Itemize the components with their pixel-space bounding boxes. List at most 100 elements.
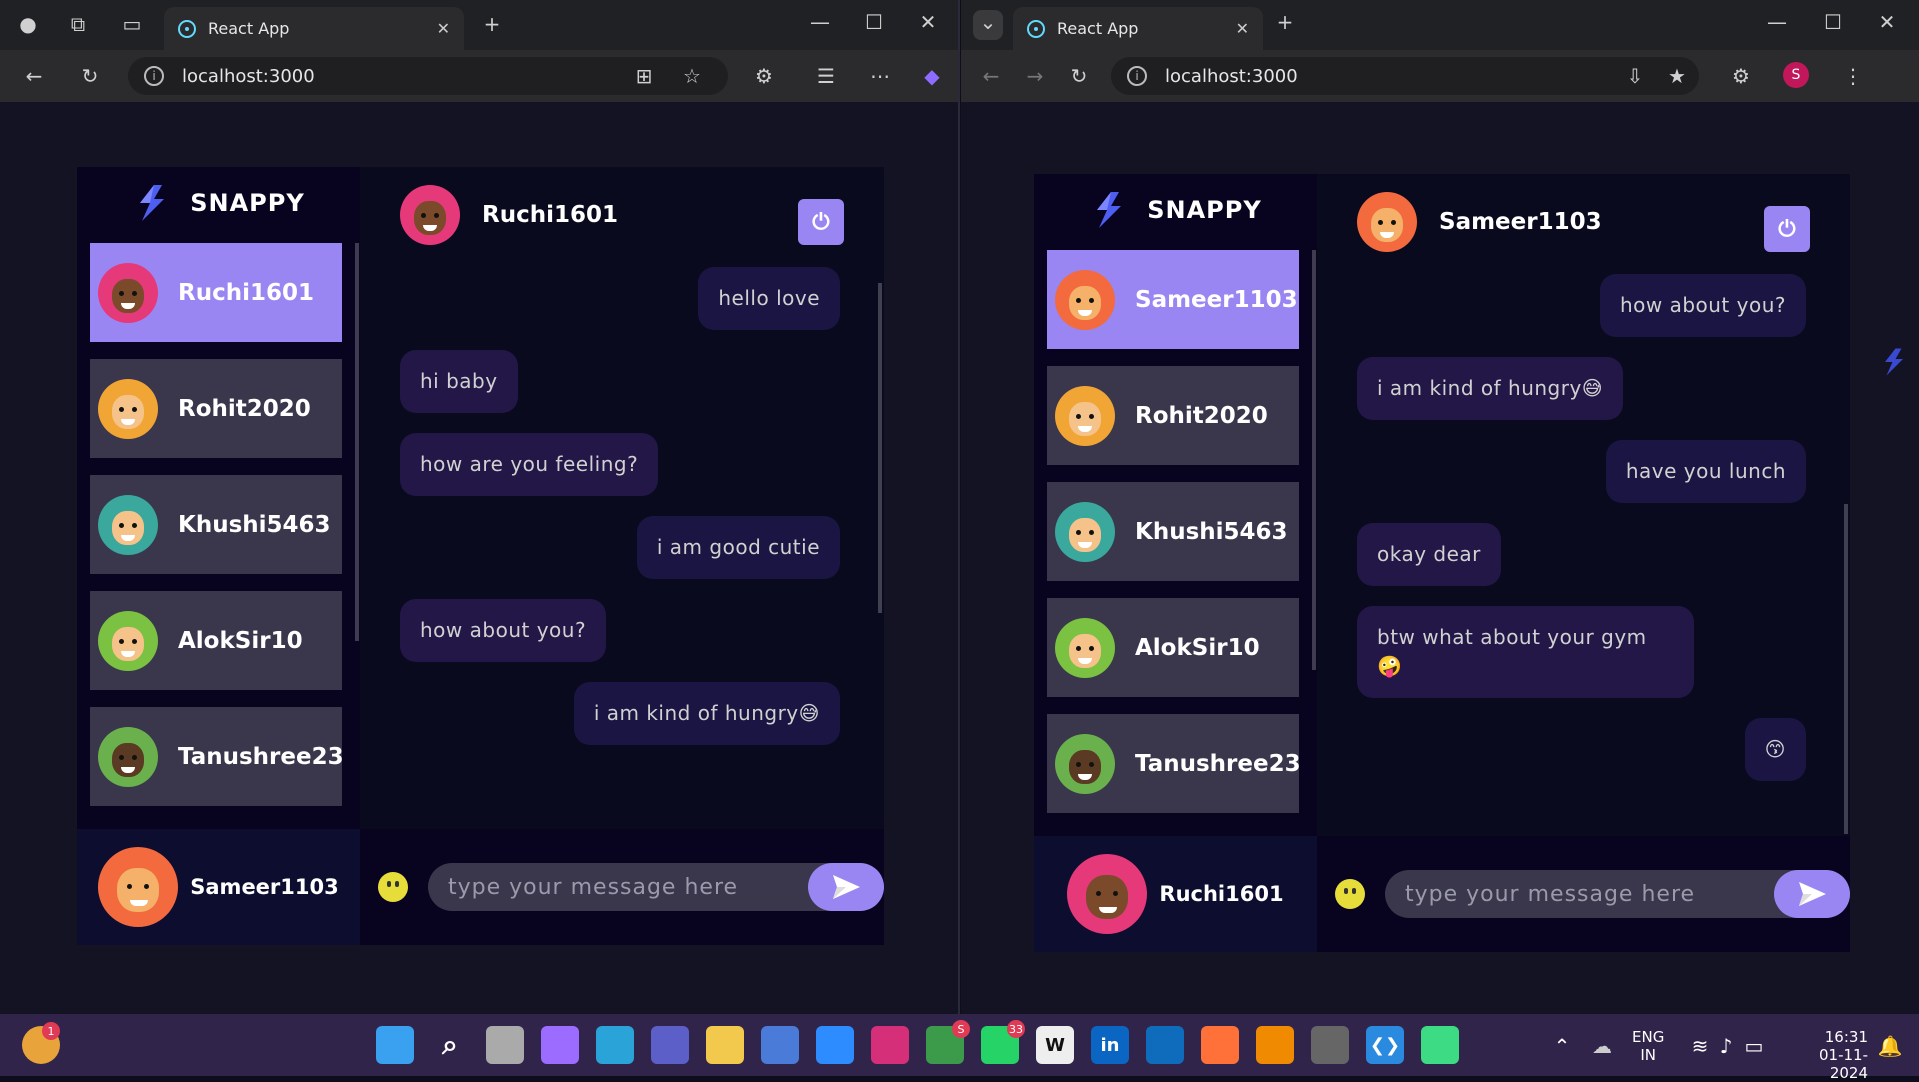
messages-scrollbar[interactable] <box>878 283 882 613</box>
message-bubble: how about you? <box>1599 274 1806 337</box>
install-app-icon[interactable]: ⇩ <box>1621 64 1649 88</box>
outlook-icon[interactable] <box>1146 1026 1184 1064</box>
file-explorer-icon[interactable] <box>706 1026 744 1064</box>
maximize-icon[interactable]: ☐ <box>1819 10 1847 34</box>
brand-name: SNAPPY <box>1147 196 1262 224</box>
notification-bell-icon[interactable]: 🔔 <box>1876 1034 1904 1058</box>
vscode-icon[interactable]: ❮❯ <box>1366 1026 1404 1064</box>
clock-date: 01-11-2024 <box>1819 1046 1868 1082</box>
app-available-icon[interactable]: ⊞ <box>630 64 658 88</box>
logout-button[interactable]: ⏻ <box>1764 206 1810 252</box>
forward-icon[interactable]: → <box>1021 64 1049 88</box>
chat-container: Sameer1103 ⏻ how about you? i am kind of … <box>1317 174 1850 952</box>
android-icon[interactable] <box>1421 1026 1459 1064</box>
contacts-scrollbar[interactable] <box>355 243 359 641</box>
contact-item[interactable]: Khushi5463 <box>90 475 342 574</box>
contact-item[interactable]: Tanushree23 <box>1047 714 1299 813</box>
favorite-star-icon[interactable]: ☆ <box>678 64 706 88</box>
back-icon[interactable]: ← <box>977 64 1005 88</box>
search-icon[interactable]: ⌕ <box>431 1026 469 1064</box>
message-input[interactable]: type your message here <box>1385 870 1850 918</box>
more-icon[interactable]: ⋯ <box>866 64 894 88</box>
vlc-icon[interactable] <box>1256 1026 1294 1064</box>
emoji-picker-icon[interactable] <box>378 872 408 902</box>
workspaces-icon[interactable]: ⧉ <box>64 12 92 36</box>
send-button[interactable] <box>1774 870 1850 918</box>
task-view-icon[interactable] <box>486 1026 524 1064</box>
emoji-picker-icon[interactable] <box>1335 879 1365 909</box>
contact-item[interactable]: Khushi5463 <box>1047 482 1299 581</box>
extensions-icon[interactable]: ⚙ <box>1727 64 1755 88</box>
side-logo-icon <box>1885 348 1903 376</box>
tab-search-icon[interactable]: ⌄ <box>973 10 1003 40</box>
contacts-scrollbar[interactable] <box>1312 250 1316 670</box>
maximize-icon[interactable]: ☐ <box>860 10 888 34</box>
contact-item[interactable]: AlokSir10 <box>1047 598 1299 697</box>
close-window-icon[interactable]: ✕ <box>914 10 942 34</box>
store-icon[interactable] <box>761 1026 799 1064</box>
favorites-icon[interactable]: ☰ <box>812 64 840 88</box>
wikipedia-icon[interactable]: W <box>1036 1026 1074 1064</box>
send-button[interactable] <box>808 863 884 911</box>
davinci-icon[interactable] <box>1311 1026 1349 1064</box>
url-field[interactable]: i localhost:3000 ⇩ ★ <box>1111 57 1699 95</box>
wifi-icon[interactable]: ≋ <box>1686 1034 1714 1058</box>
reload-icon[interactable]: ↻ <box>1065 64 1093 88</box>
tab-bar: ● ⧉ ▭ React App ✕ + — ☐ ✕ <box>0 0 958 50</box>
more-icon[interactable]: ⋮ <box>1839 64 1867 88</box>
extensions-icon[interactable]: ⚙ <box>750 64 778 88</box>
react-icon <box>1027 19 1045 38</box>
profile-icon[interactable]: ● <box>14 12 42 36</box>
teams-icon[interactable] <box>651 1026 689 1064</box>
messages-scrollbar[interactable] <box>1844 504 1848 834</box>
volume-icon[interactable]: ♪ <box>1712 1034 1740 1058</box>
browser-tab[interactable]: React App ✕ <box>164 7 464 50</box>
logout-button[interactable]: ⏻ <box>798 199 844 245</box>
close-tab-icon[interactable]: ✕ <box>437 19 450 38</box>
browser-tab[interactable]: React App ✕ <box>1013 7 1263 50</box>
copilot-icon[interactable] <box>541 1026 579 1064</box>
back-icon[interactable]: ← <box>20 64 48 88</box>
brand-name: SNAPPY <box>190 189 305 217</box>
clock[interactable]: 16:31 01-11-2024 <box>1782 1028 1868 1082</box>
start-icon[interactable] <box>376 1026 414 1064</box>
zoom-icon[interactable] <box>816 1026 854 1064</box>
bookmark-star-icon[interactable]: ★ <box>1663 64 1691 88</box>
reload-icon[interactable]: ↻ <box>76 64 104 88</box>
close-window-icon[interactable]: ✕ <box>1873 10 1901 34</box>
minimize-icon[interactable]: — <box>806 10 834 34</box>
contact-item[interactable]: Rohit2020 <box>1047 366 1299 465</box>
chat-app: SNAPPY Ruchi1601 Rohit2020 Khushi5463 AlokS… <box>77 167 884 945</box>
copilot-icon[interactable]: ◆ <box>918 64 946 88</box>
contact-item[interactable]: Sameer1103 <box>1047 250 1299 349</box>
instagram-icon[interactable] <box>871 1026 909 1064</box>
chat-container: Ruchi1601 ⏻ hello love hi baby how are you… <box>360 167 884 945</box>
contact-avatar <box>98 494 158 555</box>
onedrive-icon[interactable]: ☁ <box>1588 1034 1616 1058</box>
show-hidden-icons[interactable]: ⌃ <box>1548 1034 1576 1058</box>
site-info-icon[interactable]: i <box>144 66 164 86</box>
sent-message: hello love <box>400 267 840 330</box>
battery-icon[interactable]: ▭ <box>1740 1034 1768 1058</box>
message-bubble: hi baby <box>400 350 518 413</box>
contact-item[interactable]: AlokSir10 <box>90 591 342 690</box>
edge-icon[interactable] <box>596 1026 634 1064</box>
contact-item[interactable]: Rohit2020 <box>90 359 342 458</box>
site-info-icon[interactable]: i <box>1127 66 1147 86</box>
tab-actions-icon[interactable]: ▭ <box>118 12 146 36</box>
firefox-icon[interactable] <box>1201 1026 1239 1064</box>
linkedin-icon[interactable]: in <box>1091 1026 1129 1064</box>
profile-avatar[interactable]: S <box>1783 62 1809 88</box>
close-tab-icon[interactable]: ✕ <box>1236 19 1249 38</box>
new-tab-icon[interactable]: + <box>1271 10 1299 34</box>
contact-name: Ruchi1601 <box>178 279 314 306</box>
input-language[interactable]: ENG IN <box>1632 1028 1664 1064</box>
messages-list: hello love hi baby how are you feeling? i a… <box>400 267 840 825</box>
url-field[interactable]: i localhost:3000 ⊞ ☆ <box>128 57 728 95</box>
message-input[interactable]: type your message here <box>428 863 884 911</box>
contact-name: Tanushree23 <box>178 743 342 770</box>
minimize-icon[interactable]: — <box>1763 10 1791 34</box>
contact-item[interactable]: Ruchi1601 <box>90 243 342 342</box>
new-tab-icon[interactable]: + <box>478 12 506 36</box>
contact-item[interactable]: Tanushree23 <box>90 707 342 806</box>
